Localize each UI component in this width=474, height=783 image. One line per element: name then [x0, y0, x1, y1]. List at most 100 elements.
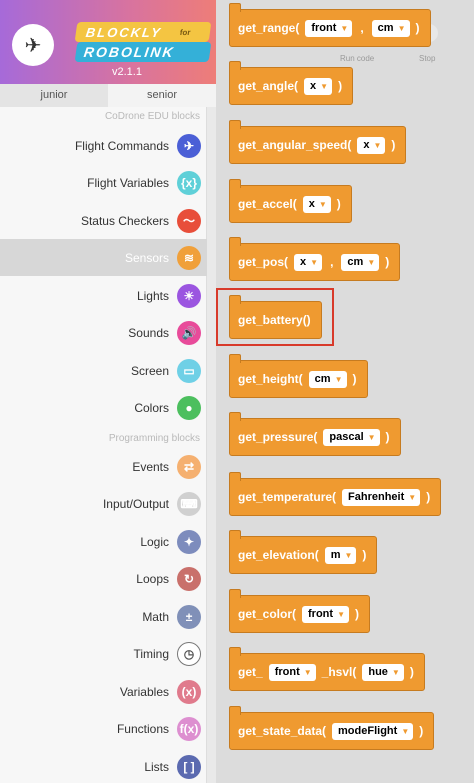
category-sounds[interactable]: Sounds 🔊	[0, 314, 207, 351]
category-label: Loops	[136, 571, 169, 586]
chevron-down-icon: ▼	[397, 23, 406, 33]
bulb-icon: ☀	[177, 283, 201, 308]
chevron-down-icon: ▼	[367, 257, 376, 267]
param-dropdown[interactable]: pascal ▼	[323, 428, 380, 446]
chevron-down-icon: ▼	[367, 432, 376, 442]
param-dropdown[interactable]: cm ▼	[341, 253, 380, 271]
block-function-name: get_elevation(	[238, 548, 319, 562]
chevron-down-icon: ▼	[334, 374, 343, 384]
param-dropdown[interactable]: hue ▼	[362, 663, 404, 681]
loop-icon: ↻	[177, 566, 201, 591]
dropdown-value: cm	[377, 22, 394, 34]
code-block[interactable]: get_angular_speed(x ▼)	[229, 120, 407, 164]
category-label: Colors	[134, 400, 169, 415]
logo-text-robolink: ROBOLINK	[82, 44, 176, 60]
category-screen[interactable]: Screen ▭	[0, 352, 207, 389]
param-dropdown[interactable]: front ▼	[268, 663, 316, 681]
category-label: Lists	[144, 759, 169, 774]
param-separator: ,	[330, 255, 334, 269]
category-label: Events	[132, 459, 169, 474]
param-dropdown[interactable]: cm ▼	[371, 19, 410, 37]
category-loops[interactable]: Loops ↻	[0, 560, 207, 597]
chevron-down-icon: ▼	[320, 81, 329, 91]
dropdown-value: front	[308, 608, 334, 620]
category-flight-variables[interactable]: Flight Variables {x}	[0, 164, 207, 201]
category-label: Sounds	[128, 325, 169, 340]
function-icon: f(x)	[177, 716, 201, 741]
param-dropdown[interactable]: x ▼	[294, 253, 323, 271]
block-function-name: get_accel(	[238, 197, 297, 211]
param-dropdown[interactable]: front ▼	[302, 605, 349, 623]
param-dropdown[interactable]: m ▼	[324, 546, 357, 564]
block-close-paren: )	[415, 21, 420, 35]
drone-logo-icon: ✈	[12, 24, 54, 66]
param-dropdown[interactable]: cm ▼	[308, 370, 347, 388]
category-label: Functions	[116, 721, 169, 736]
category-input-output[interactable]: Input/Output ⌨	[0, 485, 207, 522]
category-label: Lights	[136, 288, 169, 303]
code-block[interactable]: get_range(front ▼, cm ▼)	[229, 3, 431, 47]
dropdown-value: modeFlight	[338, 725, 398, 737]
dropdown-value: m	[330, 549, 341, 561]
category-math[interactable]: Math ±	[0, 598, 207, 635]
list-icon: [ ]	[177, 754, 201, 779]
param-dropdown[interactable]: x ▼	[304, 77, 333, 95]
level-tabs: junior senior	[0, 84, 216, 107]
dropdown-value: x	[308, 198, 315, 210]
pulse-icon: 〜	[177, 208, 201, 233]
code-block[interactable]: get_color(front ▼)	[229, 589, 370, 633]
param-dropdown[interactable]: x ▼	[302, 195, 331, 213]
block-function-name: get_state_data(	[238, 724, 327, 738]
tab-junior[interactable]: junior	[0, 84, 108, 107]
category-sensors[interactable]: Sensors ≋	[0, 239, 207, 276]
dropdown-value: x	[310, 80, 317, 92]
category-status-checkers[interactable]: Status Checkers 〜	[0, 202, 207, 239]
category-logic[interactable]: Logic ✦	[0, 523, 207, 560]
code-block[interactable]: get_accel(x ▼)	[229, 179, 352, 223]
code-block[interactable]: get_height(cm ▼)	[229, 354, 368, 398]
code-block[interactable]: get_pos(x ▼, cm ▼)	[229, 237, 401, 281]
block-close-paren: )	[426, 490, 431, 504]
code-block[interactable]: get_ front ▼ _hsvl(hue ▼)	[229, 647, 425, 691]
param-dropdown[interactable]: front ▼	[305, 19, 353, 37]
code-block[interactable]: get_elevation(m ▼)	[229, 530, 378, 574]
speaker-icon: 🔊	[177, 320, 201, 345]
variable-icon: {x}	[177, 170, 201, 195]
code-block[interactable]: get_temperature( Fahrenheit ▼)	[229, 472, 442, 516]
category-label: Status Checkers	[80, 213, 169, 228]
screen-icon: ▭	[177, 358, 201, 383]
tab-senior[interactable]: senior	[108, 84, 216, 107]
toolbox: CoDrone EDU blocks Flight Commands ✈ Fligh…	[0, 107, 207, 783]
category-label: Sensors	[124, 250, 169, 265]
section-label-programming: Programming blocks	[108, 433, 200, 444]
category-label: Flight Commands	[74, 138, 169, 153]
category-events[interactable]: Events ⇄	[0, 448, 207, 485]
dropdown-value: Fahrenheit	[348, 491, 405, 503]
dropdown-value: x	[363, 139, 370, 151]
toolbox-scrollbar[interactable]	[207, 107, 216, 783]
category-lights[interactable]: Lights ☀	[0, 277, 207, 314]
param-dropdown[interactable]: x ▼	[357, 136, 386, 154]
code-block[interactable]: get_state_data(modeFlight ▼)	[229, 706, 435, 750]
dropdown-value: front	[311, 22, 337, 34]
section-label-edu: CoDrone EDU blocks	[104, 111, 200, 122]
category-flight-commands[interactable]: Flight Commands ✈	[0, 127, 207, 164]
code-block[interactable]: get_pressure(pascal ▼)	[229, 412, 401, 456]
logo-text-blockly: BLOCKLY	[84, 24, 163, 40]
category-label: Logic	[140, 534, 169, 549]
code-block[interactable]: get_angle(x ▼)	[229, 61, 354, 105]
category-lists[interactable]: Lists [ ]	[0, 748, 207, 783]
category-label: Variables	[119, 684, 169, 699]
logo-text-for: for	[179, 27, 192, 37]
dropdown-value: front	[274, 666, 300, 678]
category-colors[interactable]: Colors ●	[0, 389, 207, 426]
category-functions[interactable]: Functions f(x)	[0, 710, 207, 747]
param-dropdown[interactable]: Fahrenheit ▼	[342, 488, 421, 506]
block-function-name: get_	[238, 665, 263, 679]
category-variables[interactable]: Variables (x)	[0, 673, 207, 710]
block-close-paren: )	[338, 79, 343, 93]
dropdown-value: pascal	[329, 431, 364, 443]
block-function-name: get_temperature(	[238, 490, 337, 504]
category-timing[interactable]: Timing ◷	[0, 635, 207, 672]
param-dropdown[interactable]: modeFlight ▼	[332, 722, 414, 740]
